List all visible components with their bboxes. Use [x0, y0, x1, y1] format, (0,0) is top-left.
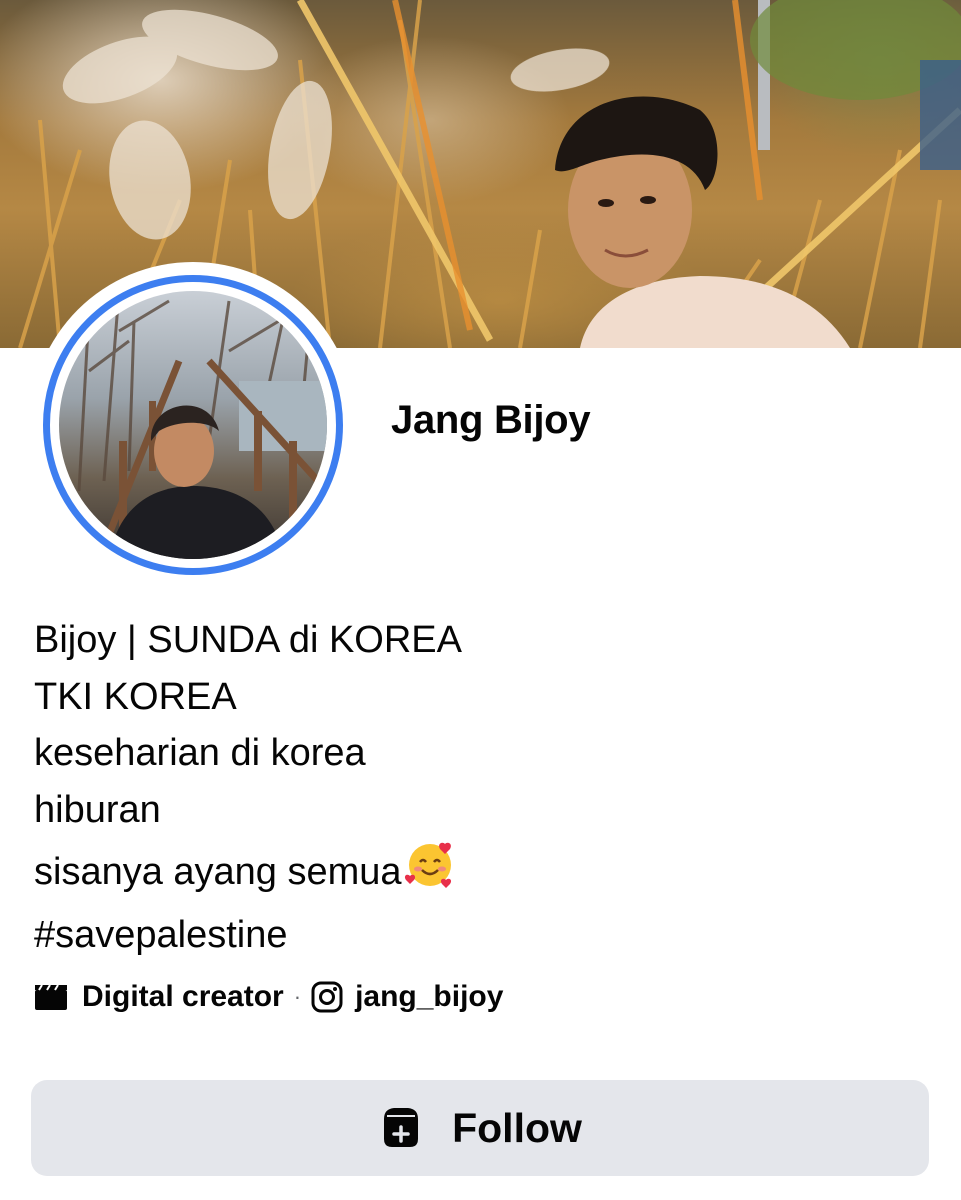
instagram-icon[interactable]	[311, 981, 343, 1013]
bio-line: keseharian di korea	[34, 732, 366, 774]
profile-bio: Bijoy | SUNDA di KOREA TKI KOREA kesehar…	[34, 612, 914, 963]
avatar-photo-scene	[77, 291, 327, 559]
profile-details: Digital creator · jang_bijoy	[34, 976, 503, 1018]
story-ring	[43, 275, 343, 575]
bio-line: hiburan	[34, 788, 161, 831]
profile-name: Jang Bijoy	[391, 398, 591, 442]
follow-button-label: Follow	[452, 1104, 582, 1151]
smiling-face-with-hearts-icon	[404, 838, 456, 907]
bio-line-with-emoji: sisanya ayang semua	[34, 838, 914, 907]
follow-button[interactable]: Follow	[31, 1080, 929, 1176]
profile-picture[interactable]	[30, 262, 356, 588]
category-label: Digital creator	[82, 980, 284, 1013]
clapperboard-icon	[34, 983, 68, 1011]
bio-line: TKI KOREA	[34, 675, 237, 718]
follow-plus-icon	[378, 1103, 424, 1154]
bio-line-hashtag: #savepalestine	[34, 913, 288, 956]
avatar	[59, 291, 327, 559]
instagram-link[interactable]: jang_bijoy	[355, 980, 503, 1014]
bio-line-text: sisanya ayang semua	[34, 851, 402, 893]
bio-line: Bijoy | SUNDA di KOREA	[34, 619, 463, 661]
meta-separator: ·	[293, 984, 302, 1009]
